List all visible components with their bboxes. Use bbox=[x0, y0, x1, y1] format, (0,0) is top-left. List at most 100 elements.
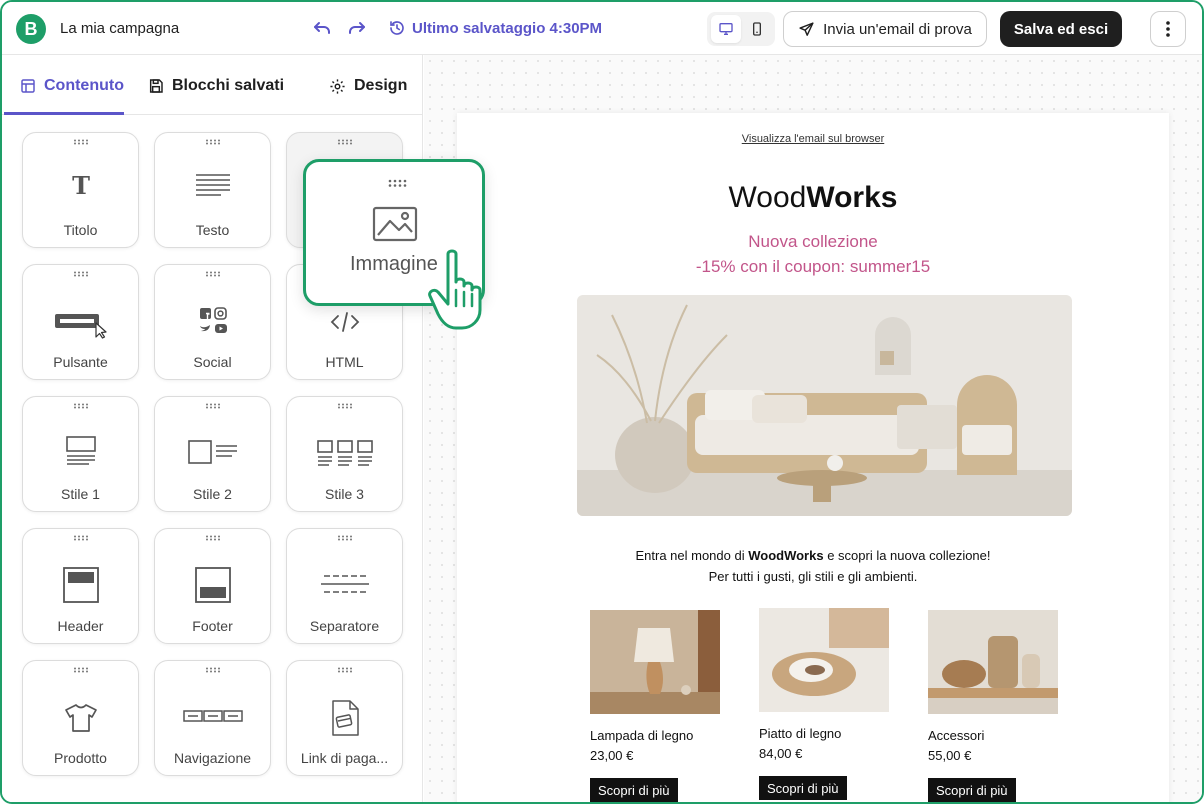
drag-handle-icon bbox=[205, 271, 220, 277]
promo-line-1[interactable]: Nuova collezione bbox=[457, 232, 1169, 252]
tab-contenuto-label: Contenuto bbox=[44, 77, 124, 94]
block-stile-3[interactable]: Stile 3 bbox=[286, 396, 403, 512]
drag-handle-icon bbox=[73, 271, 88, 277]
block-label: Prodotto bbox=[54, 750, 107, 766]
style2-icon bbox=[187, 440, 237, 464]
block-label: Stile 2 bbox=[193, 486, 232, 502]
block-navigazione[interactable]: Navigazione bbox=[154, 660, 271, 776]
layout-icon bbox=[21, 79, 35, 93]
header-icon bbox=[62, 567, 99, 603]
drag-handle-icon bbox=[73, 403, 88, 409]
app-window: B La mia campagna Ultimo salvataggio 4:3… bbox=[0, 0, 1204, 804]
block-label: Navigazione bbox=[173, 750, 252, 766]
block-footer[interactable]: Footer bbox=[154, 528, 271, 644]
save-and-exit-button[interactable]: Salva ed esci bbox=[1000, 11, 1122, 47]
navigation-icon bbox=[182, 710, 243, 722]
product-price: 84,00 € bbox=[759, 746, 803, 761]
product-price: 23,00 € bbox=[590, 748, 634, 763]
drag-handle-icon bbox=[337, 139, 352, 145]
mobile-icon bbox=[753, 22, 761, 36]
product-price: 55,00 € bbox=[928, 748, 972, 763]
hero-image[interactable] bbox=[577, 295, 1072, 516]
discover-more-button[interactable]: Scopri di più bbox=[928, 778, 1016, 802]
device-toggle bbox=[707, 12, 775, 46]
intro-pre: Entra nel mondo di bbox=[635, 548, 749, 563]
last-saved-status: Ultimo salvataggio 4:30PM bbox=[388, 19, 602, 37]
block-stile-1[interactable]: Stile 1 bbox=[22, 396, 139, 512]
block-label: Separatore bbox=[309, 618, 380, 634]
product-card[interactable]: Piatto di legno 84,00 € Scopri di più bbox=[759, 608, 889, 800]
brand-bold: Works bbox=[806, 181, 898, 214]
block-link-di-pagamento[interactable]: Link di paga... bbox=[286, 660, 403, 776]
code-icon bbox=[330, 312, 359, 332]
promo-line-2[interactable]: -15% con il coupon: summer15 bbox=[457, 257, 1169, 277]
drag-handle-icon bbox=[205, 535, 220, 541]
drag-handle-icon bbox=[73, 139, 88, 145]
drag-handle-icon bbox=[205, 403, 220, 409]
intro-line-2[interactable]: Per tutti i gusti, gli stili e gli ambie… bbox=[457, 569, 1169, 584]
intro-line-1[interactable]: Entra nel mondo di WoodWorks e scopri la… bbox=[457, 548, 1169, 563]
panel-tabs: Contenuto Blocchi salvati Design bbox=[2, 55, 422, 115]
product-image-lamp[interactable] bbox=[590, 610, 720, 714]
drag-handle-icon bbox=[388, 179, 407, 187]
block-label: Titolo bbox=[63, 222, 98, 238]
block-label: HTML bbox=[325, 354, 364, 370]
mobile-preview-button[interactable] bbox=[742, 15, 772, 43]
active-tab-indicator bbox=[4, 112, 124, 115]
divider-icon bbox=[320, 575, 369, 593]
block-separatore[interactable]: Separatore bbox=[286, 528, 403, 644]
history-icon bbox=[390, 21, 404, 35]
more-options-button[interactable] bbox=[1150, 11, 1186, 47]
block-label: Pulsante bbox=[53, 354, 108, 370]
block-label: Testo bbox=[195, 222, 230, 238]
button-icon bbox=[54, 314, 107, 339]
discover-more-button[interactable]: Scopri di più bbox=[759, 776, 847, 800]
tab-design[interactable]: Design bbox=[329, 77, 407, 95]
send-test-email-label: Invia un'email di prova bbox=[823, 20, 972, 38]
send-test-email-button[interactable]: Invia un'email di prova bbox=[783, 11, 987, 47]
block-label: Header bbox=[57, 618, 104, 634]
view-in-browser-link[interactable]: Visualizza l'email sul browser bbox=[457, 133, 1169, 145]
campaign-title[interactable]: La mia campagna bbox=[60, 20, 179, 37]
drag-handle-icon bbox=[73, 535, 88, 541]
block-titolo[interactable]: T Titolo bbox=[22, 132, 139, 248]
more-vertical-icon bbox=[1166, 21, 1170, 37]
block-header[interactable]: Header bbox=[22, 528, 139, 644]
drag-handle-icon bbox=[337, 403, 352, 409]
product-card[interactable]: Lampada di legno 23,00 € Scopri di più bbox=[590, 610, 720, 802]
desktop-preview-button[interactable] bbox=[711, 15, 741, 43]
block-prodotto[interactable]: Prodotto bbox=[22, 660, 139, 776]
block-testo[interactable]: Testo bbox=[154, 132, 271, 248]
product-image-accessories[interactable] bbox=[928, 610, 1058, 714]
tab-contenuto[interactable]: Contenuto bbox=[20, 77, 124, 95]
brevo-logo[interactable]: B bbox=[16, 14, 46, 44]
payment-link-icon bbox=[331, 700, 359, 736]
image-icon bbox=[372, 206, 418, 242]
brand-title[interactable]: WoodWorks bbox=[457, 181, 1169, 215]
block-social[interactable]: Social bbox=[154, 264, 271, 380]
intro-bold: WoodWorks bbox=[748, 548, 824, 563]
undo-icon[interactable] bbox=[310, 16, 334, 40]
block-label: Stile 1 bbox=[61, 486, 100, 502]
brand-regular: Wood bbox=[728, 181, 807, 214]
redo-icon[interactable] bbox=[345, 16, 369, 40]
gear-icon bbox=[330, 78, 345, 94]
block-pulsante[interactable]: Pulsante bbox=[22, 264, 139, 380]
block-label: Social bbox=[193, 354, 232, 370]
discover-more-button[interactable]: Scopri di più bbox=[590, 778, 678, 802]
block-stile-2[interactable]: Stile 2 bbox=[154, 396, 271, 512]
save-icon bbox=[149, 79, 163, 93]
product-image-plate[interactable] bbox=[759, 608, 889, 712]
tab-blocchi-salvati[interactable]: Blocchi salvati bbox=[148, 77, 284, 95]
drag-card-label: Immagine bbox=[350, 253, 438, 275]
footer-icon bbox=[194, 567, 231, 603]
product-card[interactable]: Accessori 55,00 € Scopri di più bbox=[928, 610, 1058, 802]
block-label: Footer bbox=[192, 618, 233, 634]
drag-handle-icon bbox=[205, 667, 220, 673]
block-label: Stile 3 bbox=[325, 486, 364, 502]
intro-post: e scopri la nuova collezione! bbox=[823, 548, 991, 563]
hand-pointer-icon bbox=[428, 249, 482, 330]
email-preview[interactable]: Visualizza l'email sul browser WoodWorks… bbox=[457, 113, 1169, 802]
email-canvas[interactable]: Visualizza l'email sul browser WoodWorks… bbox=[424, 55, 1202, 802]
title-icon: T bbox=[72, 171, 90, 199]
